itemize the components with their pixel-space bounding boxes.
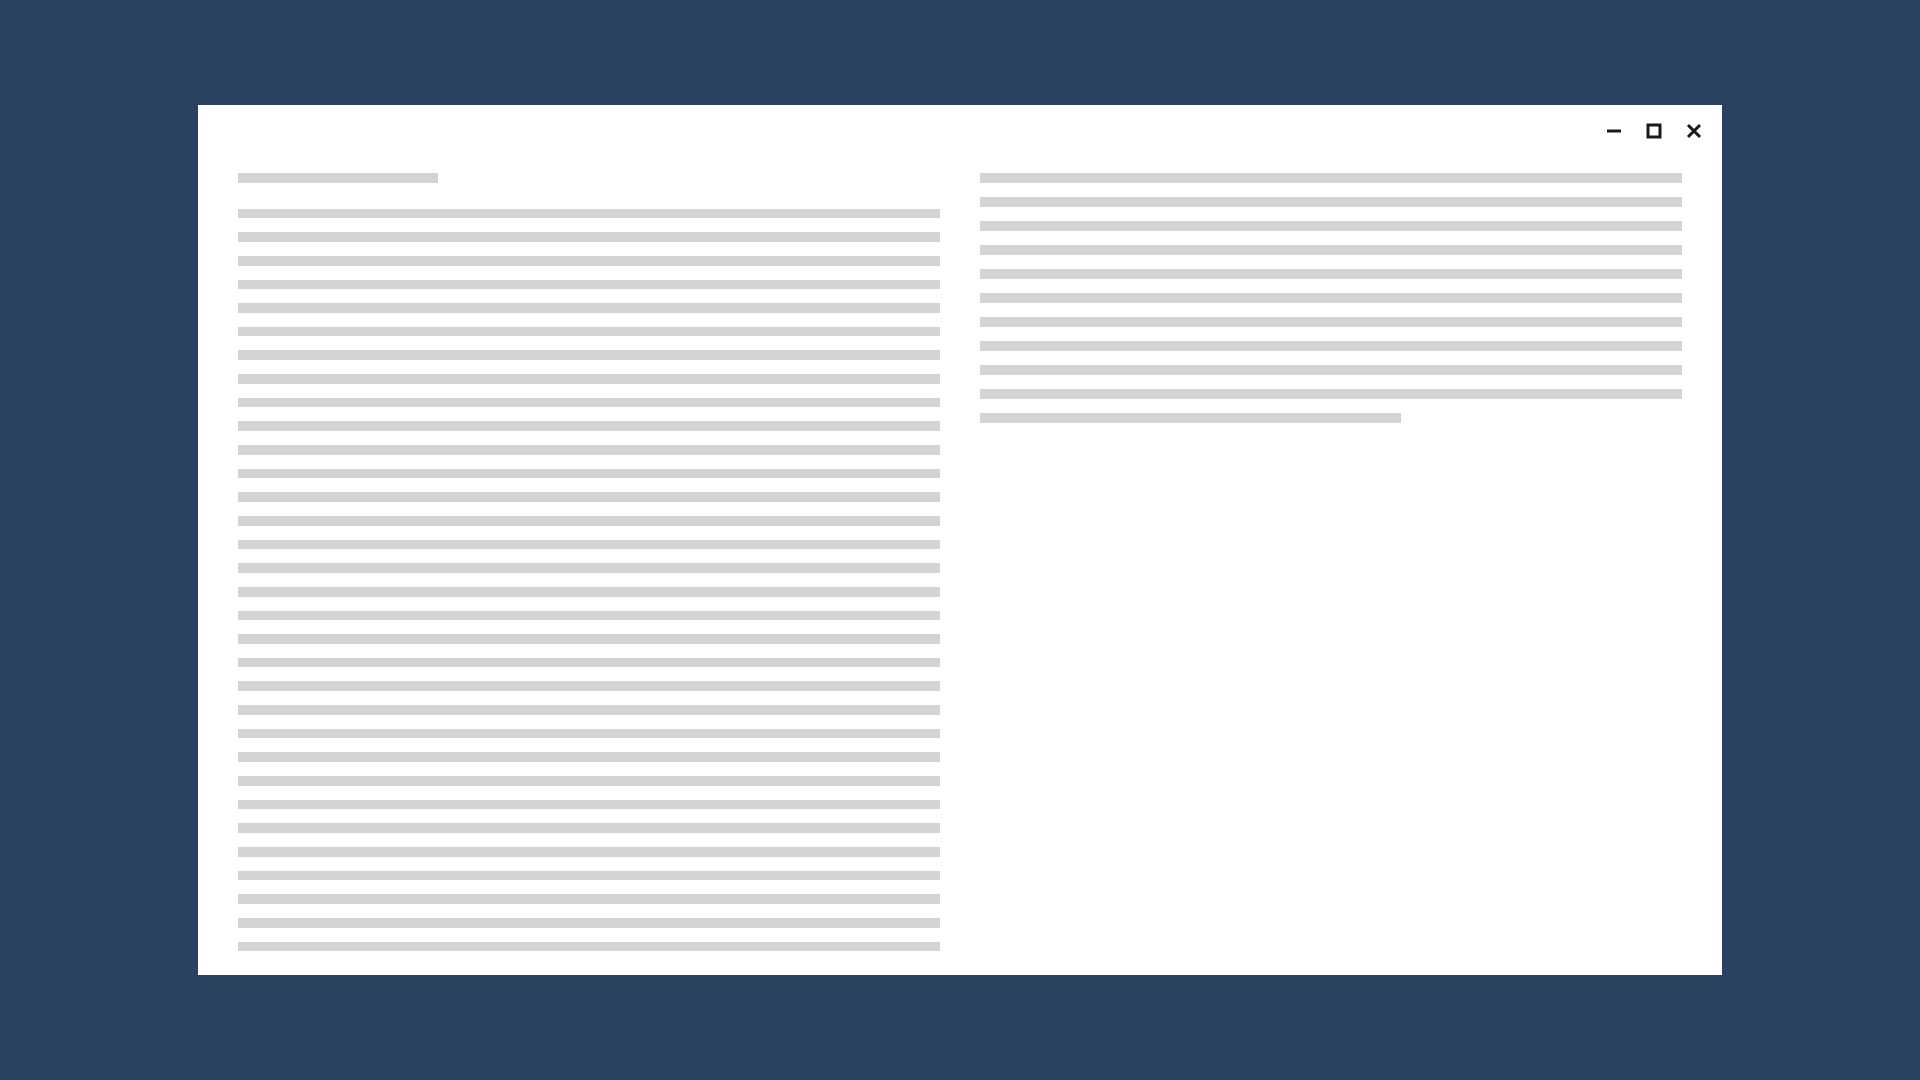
text-line	[238, 634, 940, 644]
text-line	[980, 389, 1682, 399]
text-line	[238, 280, 940, 290]
text-line	[238, 658, 940, 668]
text-line	[238, 752, 940, 762]
text-line	[980, 221, 1682, 231]
text-line	[238, 374, 940, 384]
text-line	[238, 563, 940, 573]
text-line	[238, 681, 940, 691]
text-line	[980, 245, 1682, 255]
text-line	[980, 413, 1401, 423]
text-line	[238, 209, 940, 219]
text-line	[980, 173, 1682, 183]
text-line	[238, 516, 940, 526]
text-line	[238, 847, 940, 857]
text-line	[238, 327, 940, 337]
text-line	[238, 894, 940, 904]
text-line	[238, 350, 940, 360]
text-line	[980, 269, 1682, 279]
maximize-button[interactable]	[1644, 121, 1664, 141]
text-line	[238, 469, 940, 479]
maximize-icon	[1646, 123, 1662, 139]
right-column	[980, 173, 1682, 951]
text-line	[238, 871, 940, 881]
text-line	[980, 293, 1682, 303]
text-line	[980, 317, 1682, 327]
text-line	[238, 421, 940, 431]
window-controls	[1604, 121, 1704, 141]
text-line	[238, 492, 940, 502]
text-line	[238, 540, 940, 550]
close-icon	[1686, 123, 1702, 139]
text-line	[238, 918, 940, 928]
text-line	[238, 256, 940, 266]
text-line	[238, 942, 940, 952]
text-line	[238, 823, 940, 833]
title-placeholder	[238, 173, 438, 183]
app-window	[198, 105, 1722, 975]
text-line	[980, 341, 1682, 351]
document-content	[238, 173, 1682, 951]
text-line	[238, 303, 940, 313]
text-line	[980, 365, 1682, 375]
left-column	[238, 173, 940, 951]
text-line	[238, 445, 940, 455]
text-line	[238, 611, 940, 621]
close-button[interactable]	[1684, 121, 1704, 141]
minimize-icon	[1606, 123, 1622, 139]
text-line	[238, 800, 940, 810]
text-line	[238, 587, 940, 597]
text-line	[238, 398, 940, 408]
text-line	[238, 729, 940, 739]
text-line	[238, 232, 940, 242]
text-line	[238, 705, 940, 715]
minimize-button[interactable]	[1604, 121, 1624, 141]
text-line	[238, 776, 940, 786]
text-line	[980, 197, 1682, 207]
